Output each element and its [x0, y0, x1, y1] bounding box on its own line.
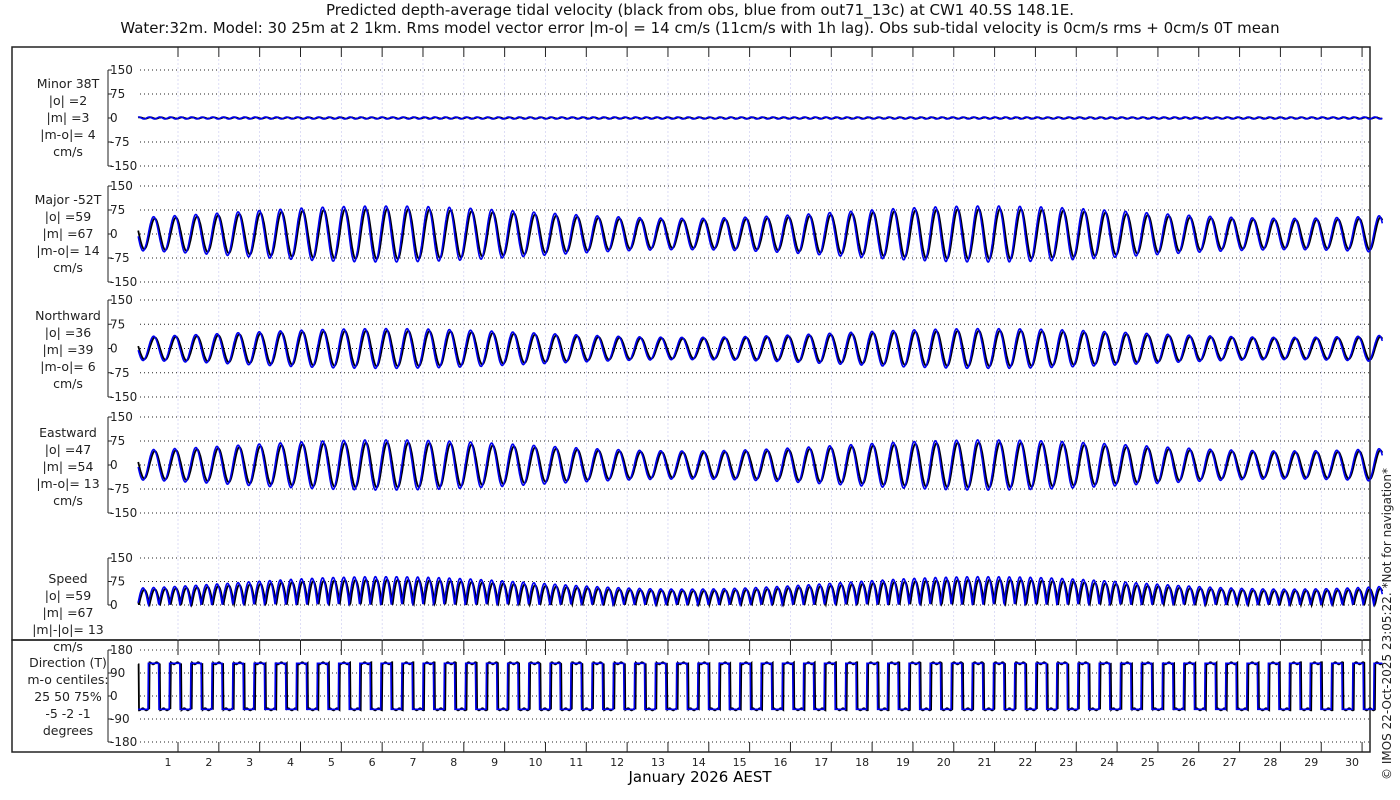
- y-tick-label: 150: [110, 293, 133, 307]
- panel-label-line: |m| =67: [42, 226, 94, 241]
- major-panel-label: Major -52T |o| =59 |m| =67 |m-o|= 14 cm/s: [12, 191, 124, 276]
- tidal-velocity-figure: Predicted depth-average tidal velocity (…: [0, 0, 1400, 800]
- y-tick-label: -150: [110, 390, 137, 404]
- panel-label-line: 25 50 75%: [34, 689, 102, 704]
- panel-label-line: |o| =2: [48, 93, 88, 108]
- panel-label-line: Northward: [35, 308, 101, 323]
- copyright-notice: © IMOS 22-Oct-2025 23:05:22. *Not for na…: [1380, 468, 1394, 780]
- upper-frame: [11, 46, 1371, 641]
- minor-panel-label: Minor 38T |o| =2 |m| =3 |m-o|= 4 cm/s: [12, 75, 124, 160]
- speed-model-series: [137, 575, 1384, 608]
- panel-label-line: Direction (T): [29, 655, 107, 670]
- panel-label-line: |m-o|= 13: [36, 476, 100, 491]
- panel-label-line: Major -52T: [34, 192, 102, 207]
- speed-panel-label: Speed |o| =59 |m| =67 |m|-|o|= 13 cm/s: [12, 570, 124, 655]
- panel-label-line: |m-o|= 4: [40, 127, 96, 142]
- panel-label-line: |m|-|o|= 13: [32, 622, 104, 637]
- panel-label-line: |o| =36: [44, 325, 92, 340]
- panel-label-line: |o| =59: [44, 209, 92, 224]
- direction-frame: [11, 639, 1371, 753]
- northward-panel-label: Northward |o| =36 |m| =39 |m-o|= 6 cm/s: [12, 307, 124, 392]
- x-axis-label: January 2026 AEST: [628, 768, 772, 786]
- panel-label-line: |m-o|= 14: [36, 243, 100, 258]
- y-tick-label: -150: [110, 275, 137, 289]
- panel-label-line: |o| =47: [44, 442, 92, 457]
- y-tick-label: 150: [110, 410, 133, 424]
- panel-label-line: |m| =39: [42, 342, 94, 357]
- panel-label-line: Eastward: [39, 425, 97, 440]
- panel-label-line: |m| =3: [46, 110, 90, 125]
- panel-label-line: degrees: [42, 723, 94, 738]
- panel-label-line: cm/s: [53, 376, 83, 391]
- y-tick-label: 150: [110, 551, 133, 565]
- panel-label-line: cm/s: [53, 493, 83, 508]
- panel-label-line: |o| =59: [44, 588, 92, 603]
- eastward-panel-label: Eastward |o| =47 |m| =54 |m-o|= 13 cm/s: [12, 424, 124, 509]
- direction-panel-label: Direction (T) m-o centiles: 25 50 75% -5 -2…: [12, 654, 124, 739]
- panel-label-line: |m| =54: [42, 459, 94, 474]
- panel-label-line: |m-o|= 6: [40, 359, 96, 374]
- chart-canvas: 1 2 3 4 5 6 7 8 9 10 11 12 13 14 15 16 17 18 19 20 21 22 23 24 2…: [11, 46, 1384, 769]
- panel-label-line: cm/s: [53, 260, 83, 275]
- panel-label-line: Speed: [48, 571, 88, 586]
- panel-label-line: m-o centiles:: [27, 672, 109, 687]
- panel-label-line: -5 -2 -1: [45, 706, 91, 721]
- panel-label-line: Minor 38T: [36, 76, 100, 91]
- panel-label-line: cm/s: [53, 639, 83, 654]
- panel-label-line: cm/s: [53, 144, 83, 159]
- y-tick-label: -150: [110, 159, 137, 173]
- panel-label-line: |m| =67: [42, 605, 94, 620]
